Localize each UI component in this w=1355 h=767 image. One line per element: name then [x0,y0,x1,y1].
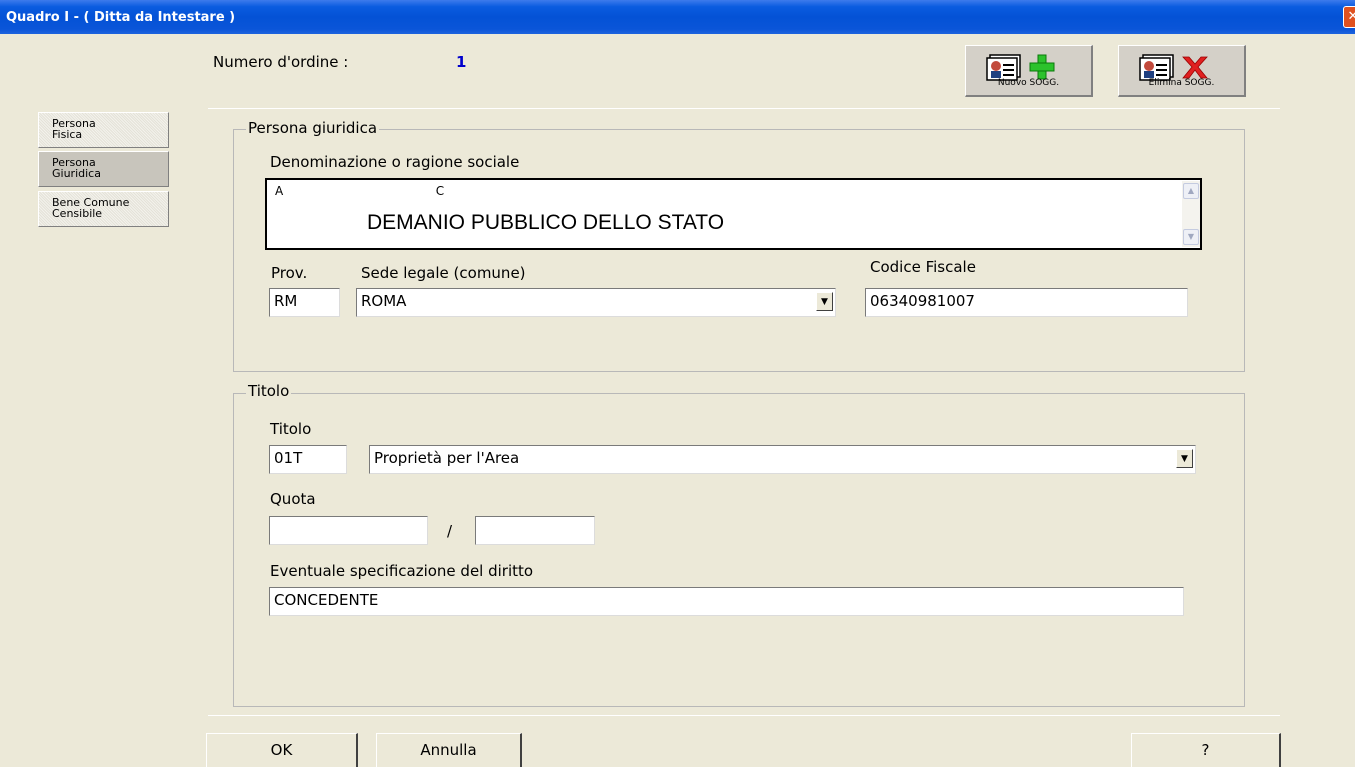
new-subject-label: Nuovo SOGG. [997,78,1060,88]
delete-subject-label: Elimina SOGG. [1148,78,1215,88]
quota-denominator-field[interactable] [475,516,595,545]
prov-label: Prov. [271,264,308,282]
specificazione-label: Eventuale specificazione del diritto [270,562,534,580]
header-separator [208,108,1280,109]
titolo-code-field[interactable]: 01T [269,445,347,474]
sidebar-item-persona-giuridica[interactable]: Persona Giuridica [38,151,169,187]
close-icon: ✕ [1347,9,1355,24]
window-title: Quadro I - ( Ditta da Intestare ) [6,10,236,25]
order-number-value: 1 [456,53,467,71]
chevron-down-icon[interactable]: ▼ [816,292,833,311]
titolo-legend: Titolo [246,382,292,400]
codice-fiscale-field[interactable]: 06340981007 [865,288,1188,317]
new-subject-button[interactable]: Nuovo SOGG. [965,45,1093,97]
prov-field[interactable]: RM [269,288,340,317]
window-titlebar: Quadro I - ( Ditta da Intestare ) ✕ [0,0,1355,34]
close-window-button[interactable]: ✕ [1343,6,1355,28]
sidebar-item-persona-fisica[interactable]: Persona Fisica [38,112,169,148]
codice-fiscale-label: Codice Fiscale [870,258,976,276]
sede-label: Sede legale (comune) [361,264,526,282]
order-number-label: Numero d'ordine : [213,53,349,71]
sede-legale-combobox[interactable]: ROMA [356,288,836,317]
denominazione-textarea[interactable]: A C DEMANIO PUBBLICO DELLO STATO ▲ ▼ [265,178,1202,250]
titolo-desc-value: Proprietà per l'Area [374,449,520,467]
cancel-button[interactable]: Annulla [376,733,522,767]
ok-button[interactable]: OK [206,733,358,767]
delete-subject-button[interactable]: Elimina SOGG. [1118,45,1246,97]
denominazione-label: Denominazione o ragione sociale [270,153,520,171]
persona-giuridica-legend: Persona giuridica [246,119,380,137]
sede-legale-value: ROMA [361,292,407,310]
titolo-group [233,393,1245,707]
specificazione-field[interactable]: CONCEDENTE [269,587,1184,616]
help-button[interactable]: ? [1131,733,1281,767]
denominazione-scrollbar[interactable]: ▲ ▼ [1182,181,1200,247]
denominazione-line1: A C [275,184,445,198]
titolo-label: Titolo [270,420,312,438]
chevron-down-icon[interactable]: ▼ [1176,449,1193,468]
footer-separator [208,715,1280,716]
quota-numerator-field[interactable] [269,516,428,545]
titolo-combobox[interactable]: Proprietà per l'Area [369,445,1196,474]
denominazione-value: DEMANIO PUBBLICO DELLO STATO [367,211,725,234]
quota-separator: / [447,522,453,540]
arrow-down-icon[interactable]: ▼ [1183,229,1199,245]
quota-label: Quota [270,490,316,508]
arrow-up-icon[interactable]: ▲ [1183,183,1199,199]
sidebar-item-bene-comune[interactable]: Bene Comune Censibile [38,191,169,227]
